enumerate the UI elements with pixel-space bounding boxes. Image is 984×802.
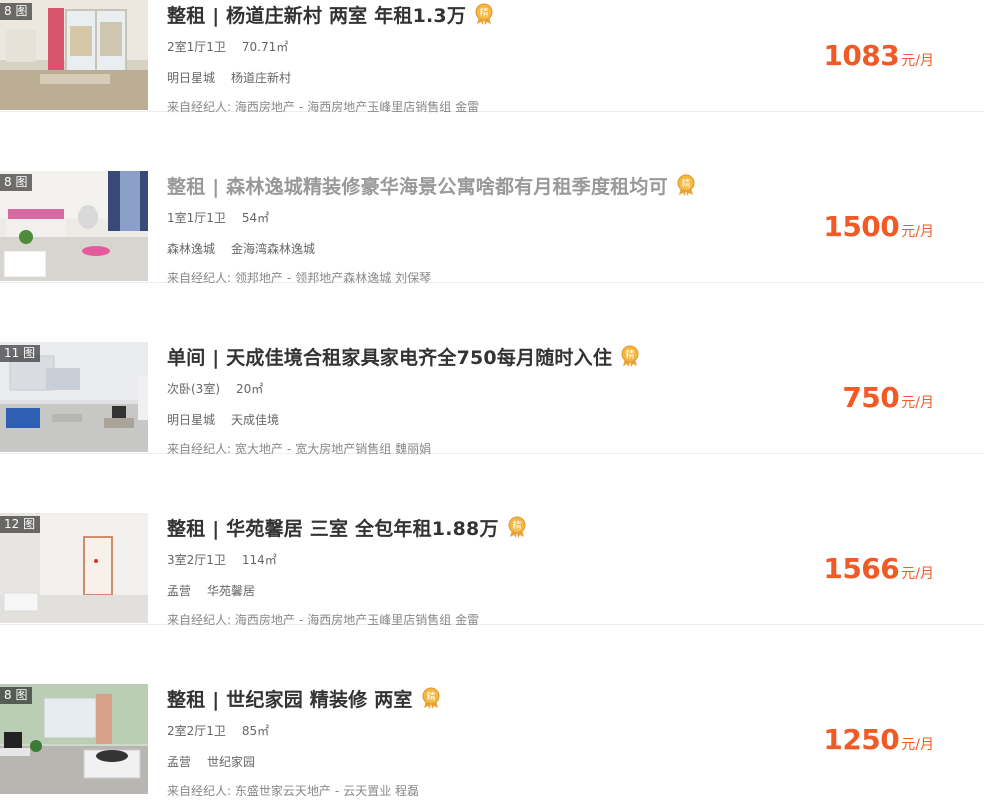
floor-area: 85㎡ xyxy=(241,724,270,738)
listing-meta: 次卧(3室) 20㎡ xyxy=(167,380,263,397)
photo-count-badge: 8 图 xyxy=(0,174,33,191)
listing-meta: 1室1厅1卫 54㎡ xyxy=(167,209,269,226)
svg-text:精: 精 xyxy=(480,7,489,19)
price-unit: 元/月 xyxy=(901,566,934,582)
floor-area: 70.71㎡ xyxy=(241,40,289,54)
rent-price: 1250 元/月 xyxy=(823,723,934,756)
listing-meta: 3室2厅1卫 114㎡ xyxy=(167,551,277,568)
price-value: 1566 xyxy=(823,552,900,585)
photo-count-badge: 11 图 xyxy=(0,345,41,362)
listing-location: 明日星城 天成佳境 xyxy=(167,411,279,428)
price-value: 1250 xyxy=(823,723,900,756)
agency-name: 东盛世家云天地产 xyxy=(234,784,331,798)
svg-text:精: 精 xyxy=(426,691,435,703)
premium-medal-icon: 精 xyxy=(474,3,494,25)
room-layout: 2室2厅1卫 xyxy=(167,724,226,738)
rent-price: 1083 元/月 xyxy=(823,39,934,72)
listing-photo[interactable]: 8 图 xyxy=(0,171,148,281)
listing-photo[interactable]: 8 图 xyxy=(0,684,148,794)
district-link[interactable]: 孟营 xyxy=(167,755,191,769)
room-layout: 3室2厅1卫 xyxy=(167,553,226,567)
community-link[interactable]: 金海湾森林逸城 xyxy=(231,242,315,256)
svg-text:精: 精 xyxy=(626,349,635,361)
community-link[interactable]: 天成佳境 xyxy=(231,413,279,427)
premium-medal-icon: 精 xyxy=(620,345,640,367)
price-unit: 元/月 xyxy=(901,224,934,240)
listing-photo[interactable]: 12 图 xyxy=(0,513,148,623)
community-link[interactable]: 杨道庄新村 xyxy=(231,71,291,85)
floor-area: 114㎡ xyxy=(241,553,277,567)
svg-text:精: 精 xyxy=(512,520,521,532)
agent-name[interactable]: 程磊 xyxy=(395,784,419,798)
listing-title[interactable]: 整租 | 华苑馨居 三室 全包年租1.88万 xyxy=(167,514,499,541)
listing-item: 8 图 整租 | 森林逸城精装修豪华海景公寓啥都有月租季度租均可 精 1室1厅1… xyxy=(0,112,984,285)
room-layout: 2室1厅1卫 xyxy=(167,40,226,54)
room-layout: 次卧(3室) xyxy=(167,382,220,396)
price-unit: 元/月 xyxy=(901,395,934,411)
photo-count-badge: 8 图 xyxy=(0,687,33,704)
district-link[interactable]: 孟营 xyxy=(167,584,191,598)
listing-title[interactable]: 整租 | 森林逸城精装修豪华海景公寓啥都有月租季度租均可 xyxy=(167,172,668,199)
price-unit: 元/月 xyxy=(901,53,934,69)
listing-location: 森林逸城 金海湾森林逸城 xyxy=(167,240,315,257)
photo-count-badge: 12 图 xyxy=(0,516,41,533)
price-unit: 元/月 xyxy=(901,737,934,753)
community-link[interactable]: 华苑馨居 xyxy=(207,584,255,598)
listing-title[interactable]: 单间 | 天成佳境合租家具家电齐全750每月随时入住 xyxy=(167,343,612,370)
floor-area: 54㎡ xyxy=(241,211,270,225)
listing-photo[interactable]: 8 图 xyxy=(0,0,148,110)
floor-area: 20㎡ xyxy=(236,382,264,396)
listing-item: 12 图 整租 | 华苑馨居 三室 全包年租1.88万 精 3室2厅1卫 114㎡… xyxy=(0,454,984,627)
listing-title[interactable]: 整租 | 世纪家园 精装修 两室 xyxy=(167,685,413,712)
rent-price: 1566 元/月 xyxy=(823,552,934,585)
price-value: 1083 xyxy=(823,39,900,72)
listing-item: 11 图 单间 | 天成佳境合租家具家电齐全750每月随时入住 精 次卧(3室)… xyxy=(0,283,984,456)
rent-price: 750 元/月 xyxy=(842,381,934,414)
listing-location: 孟营 世纪家园 xyxy=(167,753,255,770)
premium-medal-icon: 精 xyxy=(676,174,696,196)
listing-item: 8 图 整租 | 世纪家园 精装修 两室 精 2室2厅1卫 85㎡ 孟营 世纪家园 … xyxy=(0,625,984,798)
agent-info: 来自经纪人: 东盛世家云天地产 - 云天置业 程磊 xyxy=(167,784,420,798)
listing-item: 8 图 整租 | 杨道庄新村 两室 年租1.3万 精 2室1厅1卫 70.71㎡ … xyxy=(0,0,984,114)
district-link[interactable]: 明日星城 xyxy=(167,71,215,85)
premium-medal-icon: 精 xyxy=(507,516,527,538)
premium-medal-icon: 精 xyxy=(421,687,441,709)
room-layout: 1室1厅1卫 xyxy=(167,211,226,225)
listing-title[interactable]: 整租 | 杨道庄新村 两室 年租1.3万 xyxy=(167,1,466,28)
rent-price: 1500 元/月 xyxy=(823,210,934,243)
listing-meta: 2室1厅1卫 70.71㎡ xyxy=(167,38,288,55)
district-link[interactable]: 明日星城 xyxy=(167,413,215,427)
listing-photo[interactable]: 11 图 xyxy=(0,342,148,452)
district-link[interactable]: 森林逸城 xyxy=(167,242,215,256)
community-link[interactable]: 世纪家园 xyxy=(207,755,255,769)
listing-meta: 2室2厅1卫 85㎡ xyxy=(167,722,269,739)
store-name: 云天置业 xyxy=(343,784,392,798)
listing-location: 明日星城 杨道庄新村 xyxy=(167,69,291,86)
svg-text:精: 精 xyxy=(681,178,690,190)
listing-location: 孟营 华苑馨居 xyxy=(167,582,255,599)
photo-count-badge: 8 图 xyxy=(0,3,33,20)
price-value: 1500 xyxy=(823,210,900,243)
agent-prefix: 来自经纪人: xyxy=(167,784,232,798)
price-value: 750 xyxy=(842,381,900,414)
